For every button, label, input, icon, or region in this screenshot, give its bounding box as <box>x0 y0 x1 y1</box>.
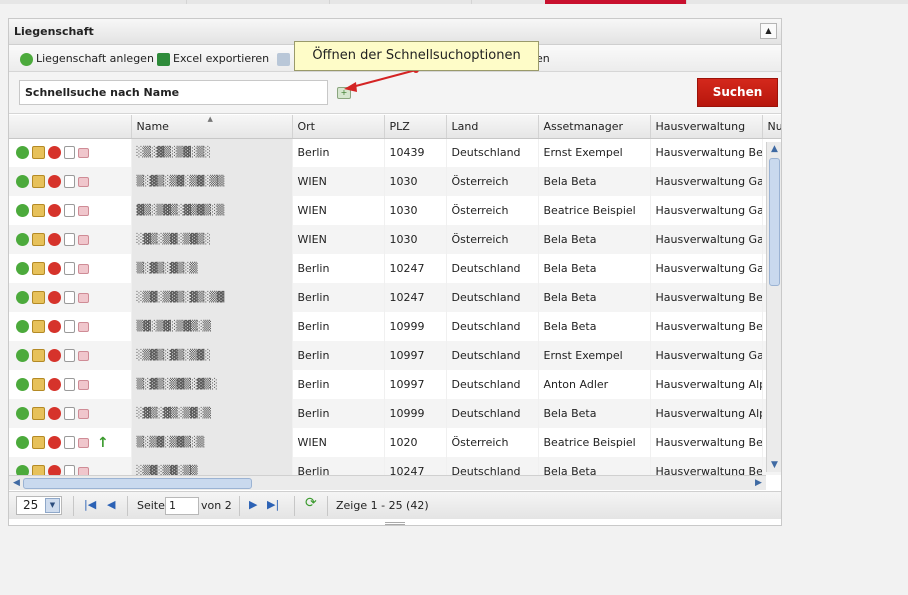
search-options-tooltip: Öffnen der Schnellsuchoptionen <box>294 41 539 71</box>
tooltip-arrow <box>344 67 419 92</box>
